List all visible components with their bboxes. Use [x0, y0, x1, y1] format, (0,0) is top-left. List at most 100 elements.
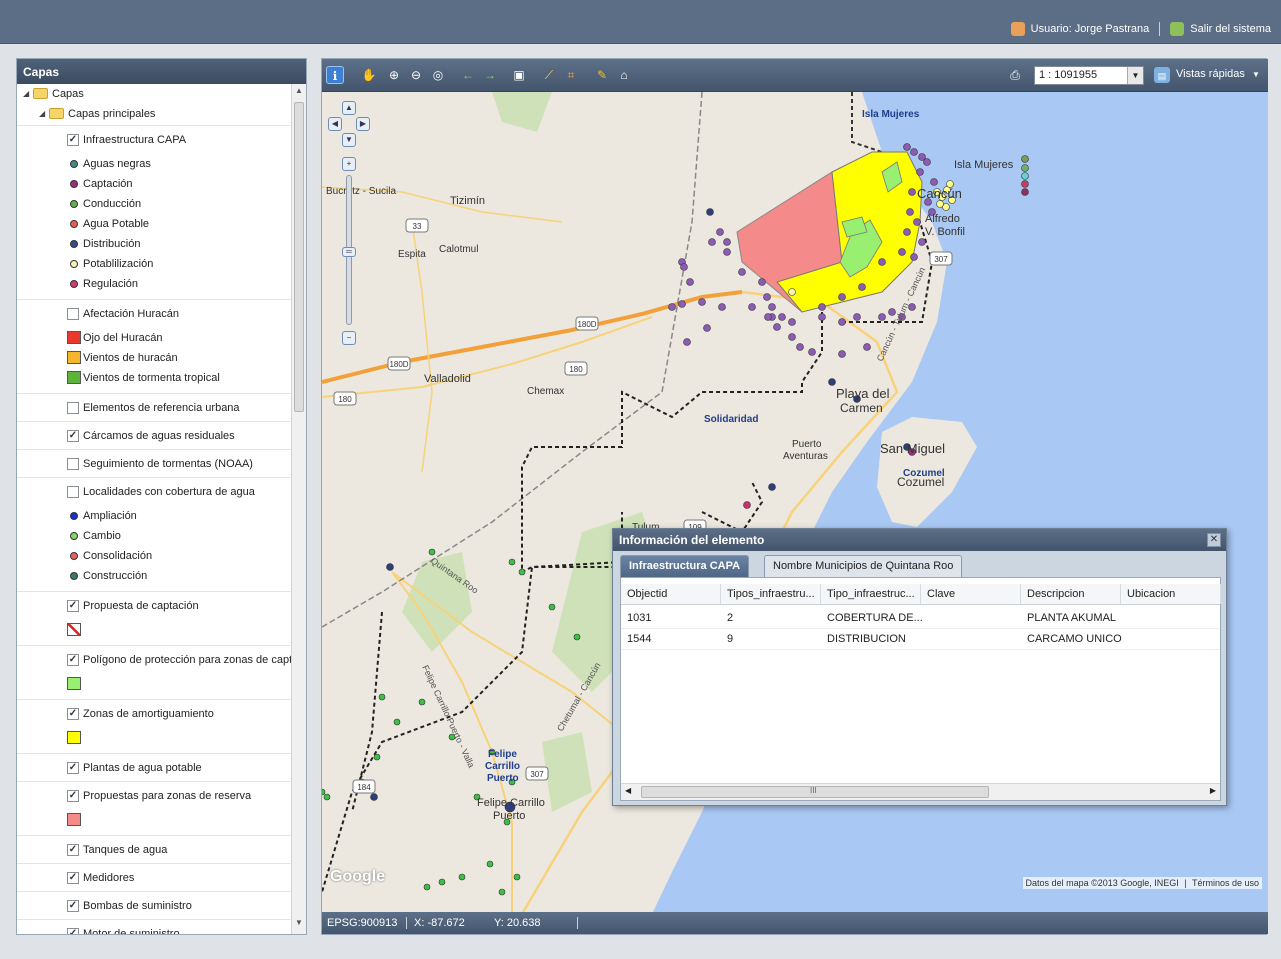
map-point[interactable]: [923, 158, 931, 166]
map-point[interactable]: [680, 263, 688, 271]
map-point[interactable]: [373, 753, 381, 761]
map-point[interactable]: [718, 303, 726, 311]
layer-row[interactable]: Plantas de agua potable: [17, 754, 291, 782]
pan-down-icon[interactable]: ▼: [342, 133, 356, 147]
map-point[interactable]: [828, 378, 836, 386]
table-cell[interactable]: DISTRIBUCION: [821, 629, 906, 649]
map-point[interactable]: [913, 218, 921, 226]
zoom-out-icon[interactable]: ⊖: [407, 66, 425, 84]
layer-row[interactable]: Propuesta de captación: [17, 592, 291, 620]
layer-row[interactable]: Motor de suministro: [17, 920, 291, 934]
map-point[interactable]: [808, 348, 816, 356]
map-point[interactable]: [748, 303, 756, 311]
collapse-arrow-icon[interactable]: ◢: [39, 104, 45, 124]
scale-select[interactable]: 1 : 1091955 ▼: [1034, 66, 1144, 85]
tab-municipios[interactable]: Nombre Municipios de Quintana Roo: [764, 555, 963, 577]
table-cell[interactable]: 2: [721, 608, 733, 628]
layer-checkbox[interactable]: [67, 600, 79, 612]
layer-checkbox[interactable]: [67, 134, 79, 146]
pan-up-icon[interactable]: ▲: [342, 101, 356, 115]
map-point[interactable]: [818, 313, 826, 321]
layers-scrollbar[interactable]: ▲ ▼: [291, 84, 306, 934]
map-point[interactable]: [698, 298, 706, 306]
map-point[interactable]: [723, 248, 731, 256]
map-point[interactable]: [818, 303, 826, 311]
scroll-thumb[interactable]: III: [641, 786, 989, 798]
column-header[interactable]: Ubicacion: [1121, 584, 1221, 604]
back-arrow-icon[interactable]: ←: [459, 66, 477, 84]
map-point[interactable]: [428, 548, 436, 556]
tab-infraestructura[interactable]: Infraestructura CAPA: [620, 555, 750, 577]
pan-left-icon[interactable]: ◀: [328, 117, 342, 131]
layer-row[interactable]: Elementos de referencia urbana: [17, 394, 291, 422]
crop-area-icon[interactable]: ⌗: [562, 66, 580, 84]
scroll-up-icon[interactable]: ▲: [292, 86, 306, 100]
map-point[interactable]: [878, 258, 886, 266]
column-header[interactable]: Tipos_infraestru...: [721, 584, 821, 604]
map-point[interactable]: [716, 228, 724, 236]
element-info-dialog[interactable]: Información del elemento ✕ Infraestructu…: [612, 528, 1227, 806]
layer-checkbox[interactable]: [67, 486, 79, 498]
layer-checkbox[interactable]: [67, 928, 79, 934]
zoom-plus-icon[interactable]: +: [342, 157, 356, 171]
zoom-slider-handle[interactable]: ═: [342, 247, 356, 257]
map-point[interactable]: [548, 603, 556, 611]
map-point[interactable]: [1021, 164, 1029, 172]
table-cell[interactable]: COBERTURA DE...: [821, 608, 923, 628]
layer-checkbox[interactable]: [67, 430, 79, 442]
layer-row[interactable]: Zonas de amortiguamiento: [17, 700, 291, 728]
map-point[interactable]: [386, 563, 394, 571]
map-point[interactable]: [1021, 180, 1029, 188]
map-point[interactable]: [370, 793, 378, 801]
map-point[interactable]: [1021, 188, 1029, 196]
layer-row[interactable]: Propuestas para zonas de reserva: [17, 782, 291, 810]
map-point[interactable]: [918, 238, 926, 246]
map-point[interactable]: [910, 148, 918, 156]
map-point[interactable]: [908, 188, 916, 196]
dialog-title[interactable]: Información del elemento: [613, 529, 1226, 551]
map-point[interactable]: [758, 278, 766, 286]
pan-right-icon[interactable]: ▶: [356, 117, 370, 131]
map-point[interactable]: [743, 501, 751, 509]
scroll-down-icon[interactable]: ▼: [292, 918, 306, 932]
layer-row[interactable]: Polígono de protección para zonas de cap…: [17, 646, 291, 674]
zoom-minus-icon[interactable]: −: [342, 331, 356, 345]
column-header[interactable]: Clave: [921, 584, 1021, 604]
map-point[interactable]: [323, 793, 331, 801]
scroll-thumb[interactable]: [294, 102, 304, 412]
layer-row[interactable]: Cárcamos de aguas residuales: [17, 422, 291, 450]
layer-checkbox[interactable]: [67, 844, 79, 856]
edit-icon[interactable]: ✎: [593, 66, 611, 84]
map-point[interactable]: [686, 278, 694, 286]
quick-views-icon[interactable]: ▤: [1154, 67, 1170, 83]
map-point[interactable]: [764, 313, 772, 321]
map-point[interactable]: [858, 283, 866, 291]
column-header[interactable]: Tipo_infraestruc...: [821, 584, 921, 604]
map-point[interactable]: [898, 248, 906, 256]
column-header[interactable]: Descripcion: [1021, 584, 1121, 604]
quick-views-menu[interactable]: Vistas rápidas ▼: [1176, 68, 1260, 80]
map-point[interactable]: [486, 860, 494, 868]
map-point[interactable]: [903, 228, 911, 236]
scroll-right-icon[interactable]: ▶: [1210, 786, 1216, 795]
map-point[interactable]: [683, 338, 691, 346]
close-icon[interactable]: ✕: [1207, 533, 1221, 547]
map-point[interactable]: [906, 208, 914, 216]
map-image-icon[interactable]: ▣: [510, 66, 528, 84]
pan-hand-icon[interactable]: ✋: [360, 66, 378, 84]
map-point[interactable]: [788, 333, 796, 341]
table-cell[interactable]: [1121, 608, 1127, 628]
tree-root[interactable]: ◢ Capas: [17, 84, 291, 104]
layer-row[interactable]: Bombas de suministro: [17, 892, 291, 920]
layer-row[interactable]: Localidades con cobertura de agua: [17, 478, 291, 506]
grid-horizontal-scrollbar[interactable]: ◀ III ▶: [621, 783, 1220, 800]
layer-checkbox[interactable]: [67, 900, 79, 912]
map-point[interactable]: [498, 888, 506, 896]
map-point[interactable]: [903, 143, 911, 151]
table-cell[interactable]: 9: [721, 629, 733, 649]
layer-checkbox[interactable]: [67, 308, 79, 320]
map-point[interactable]: [513, 873, 521, 881]
logout-icon[interactable]: [1170, 22, 1185, 36]
map-point[interactable]: [838, 350, 846, 358]
map-point[interactable]: [706, 208, 714, 216]
